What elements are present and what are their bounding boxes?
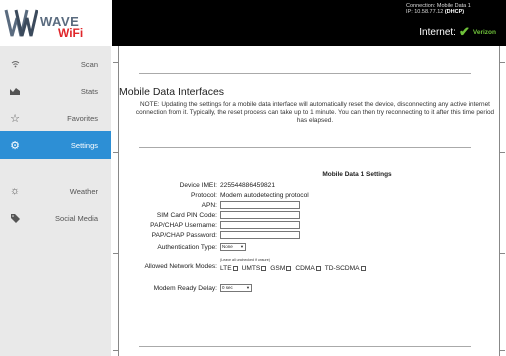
network-modes-hint: (Leave all unchecked if unsure)	[220, 258, 270, 262]
sidebar-item-label: Scan	[80, 59, 98, 69]
modem-delay-select[interactable]: 0 sec ▼	[220, 284, 252, 292]
pap-username-row: PAP/CHAP Username:	[119, 221, 499, 232]
auth-type-select[interactable]: None ▼	[220, 243, 246, 251]
auth-type-row: Authentication Type: None ▼	[119, 243, 499, 254]
chart-icon	[8, 84, 22, 98]
imei-row: Device IMEI: 225544886459821	[119, 182, 499, 192]
pin-input[interactable]	[220, 211, 300, 219]
frame-tick	[113, 62, 118, 63]
sidebar-item-label: Weather	[69, 186, 98, 196]
mode-lte[interactable]: LTE	[220, 265, 238, 272]
checkbox[interactable]	[315, 265, 321, 271]
divider	[139, 73, 471, 74]
frame-tick	[500, 253, 505, 254]
wave-logo-icon	[4, 9, 38, 37]
gears-icon: ⚙	[10, 139, 20, 152]
pap-username-label: PAP/CHAP Username:	[150, 222, 217, 229]
mode-umts[interactable]: UMTS	[242, 265, 267, 272]
imei-label: Device IMEI:	[179, 182, 217, 189]
pap-password-label: PAP/CHAP Password:	[151, 232, 217, 239]
internet-label: Internet:	[419, 26, 456, 38]
mode-td-scdma[interactable]: TD-SCDMA	[325, 265, 366, 272]
check-icon: ✔	[458, 24, 470, 39]
imei-value: 225544886459821	[220, 182, 276, 189]
modem-delay-row: Modem Ready Delay: 0 sec ▼	[119, 284, 499, 295]
apn-label: APN:	[201, 202, 217, 209]
right-frame-line	[499, 46, 500, 356]
pap-password-row: PAP/CHAP Password:	[119, 231, 499, 242]
pap-password-input[interactable]	[220, 231, 300, 239]
protocol-value: Modem autodetecting protocol	[220, 192, 309, 199]
logo-wifi-text: WiFi	[58, 26, 84, 40]
sidebar-item-stats[interactable]: Stats	[0, 77, 111, 105]
ip-address: IP: 10.58.77.12 (DHCP)	[406, 9, 465, 15]
sidebar-item-settings[interactable]: ⚙ Settings	[0, 131, 111, 159]
tag-icon	[8, 211, 22, 225]
mode-gsm[interactable]: GSM	[270, 265, 292, 272]
carrier-name: Verizon	[472, 28, 496, 36]
sidebar-item-label: Favorites	[67, 113, 98, 123]
auth-type-label: Authentication Type:	[157, 244, 217, 251]
checkbox[interactable]	[360, 265, 366, 271]
sidebar-item-weather[interactable]: ☼ Weather	[0, 177, 111, 205]
internet-status: Internet: ✔ Verizon	[419, 24, 496, 40]
wifi-icon	[8, 57, 22, 71]
protocol-row: Protocol: Modem autodetecting protocol	[119, 192, 499, 202]
sidebar-item-favorites[interactable]: ☆ Favorites	[0, 104, 111, 132]
header-bar: WAVE WiFi Connection: Mobile Data 1 IP: …	[0, 0, 506, 46]
protocol-label: Protocol:	[190, 192, 217, 199]
sidebar-item-scan[interactable]: Scan	[0, 50, 111, 78]
divider	[139, 147, 471, 148]
apn-input[interactable]	[220, 201, 300, 209]
frame-tick	[500, 152, 505, 153]
apn-row: APN:	[119, 201, 499, 212]
sidebar-item-label: Stats	[80, 86, 98, 96]
divider	[139, 346, 471, 347]
sidebar: Scan Stats ☆ Favorites ⚙ Settings ☼ Weat…	[0, 46, 111, 356]
sidebar-item-label: Settings	[70, 140, 98, 150]
section-title: Mobile Data 1 Settings	[322, 171, 392, 178]
chevron-down-icon: ▼	[240, 244, 244, 249]
frame-tick	[500, 350, 505, 351]
modem-delay-label: Modem Ready Delay:	[153, 285, 217, 292]
reset-note: NOTE: Updating the settings for a mobile…	[135, 101, 495, 125]
frame-tick	[113, 253, 118, 254]
page-title: Mobile Data Interfaces	[119, 86, 225, 98]
star-icon: ☆	[10, 112, 20, 125]
sun-icon: ☼	[9, 185, 21, 197]
sidebar-item-social-media[interactable]: Social Media	[0, 204, 111, 232]
network-modes-label: Allowed Network Modes:	[144, 263, 217, 270]
mode-cdma[interactable]: CDMA	[295, 265, 321, 272]
logo[interactable]: WAVE WiFi	[0, 0, 112, 46]
connection-info: Connection: Mobile Data 1 IP: 10.58.77.1…	[348, 3, 498, 15]
frame-tick	[113, 350, 118, 351]
checkbox[interactable]	[286, 265, 292, 271]
pin-label: SIM Card PIN Code:	[156, 212, 217, 219]
network-modes: LTE UMTS GSM CDMA TD-SCDMA	[220, 265, 366, 272]
pap-username-input[interactable]	[220, 221, 300, 229]
main-content: Mobile Data Interfaces NOTE: Updating th…	[119, 46, 499, 356]
checkbox[interactable]	[232, 265, 238, 271]
sidebar-item-label: Social Media	[55, 213, 98, 223]
frame-tick	[500, 62, 505, 63]
chevron-down-icon: ▼	[246, 285, 250, 290]
checkbox[interactable]	[261, 265, 267, 271]
frame-tick	[113, 152, 118, 153]
pin-row: SIM Card PIN Code:	[119, 211, 499, 222]
